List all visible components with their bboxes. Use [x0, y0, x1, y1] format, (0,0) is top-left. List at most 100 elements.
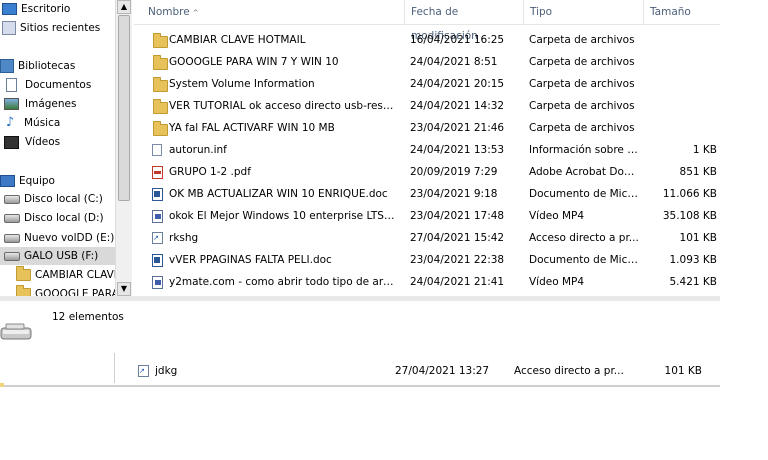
file-size: 101 KB: [679, 232, 717, 244]
nav-item-escritorio[interactable]: Escritorio: [2, 0, 70, 18]
file-row[interactable]: vVER PPAGINAS FALTA PELI.doc 23/04/2021 …: [134, 249, 720, 271]
file-date: 24/04/2021 14:32: [410, 100, 505, 112]
file-name: CAMBIAR CLAVE HOTMAIL: [169, 34, 306, 46]
drive-icon: [4, 213, 20, 223]
secondary-file-list: jdkg 27/04/2021 13:27 Acceso directo a p…: [0, 353, 720, 387]
nav-item-label: Escritorio: [21, 3, 71, 15]
details-pane: 12 elementos: [0, 296, 720, 360]
file-type: Acceso directo a pr...: [529, 232, 639, 244]
scroll-thumb[interactable]: [118, 15, 130, 201]
nav-item-label: Vídeos: [25, 136, 61, 148]
nav-item-label: GOOOGLE PARA: [35, 288, 115, 296]
nav-item-equipo[interactable]: Equipo: [0, 172, 55, 190]
nav-item-label: Imágenes: [25, 98, 77, 110]
libraries-icon: [0, 59, 14, 73]
file-size: 11.066 KB: [662, 188, 717, 200]
nav-item-cambiar-clave[interactable]: CAMBIAR CLAVE: [16, 266, 115, 284]
file-row[interactable]: YA fal FAL ACTIVARF WIN 10 MB 23/04/2021…: [134, 117, 720, 139]
file-date: 20/09/2019 7:29: [410, 166, 498, 178]
nav-item-galo-usb[interactable]: GALO USB (F:): [0, 247, 115, 265]
file-type: Carpeta de archivos: [529, 34, 635, 46]
nav-item-nuevo-vol-e[interactable]: Nuevo volDD (E:): [4, 229, 114, 247]
file-row[interactable]: VER TUTORIAL ok acceso directo usb-resca…: [134, 95, 720, 117]
folder-icon: [153, 99, 168, 114]
file-name: VER TUTORIAL ok acceso directo usb-resca…: [169, 100, 396, 112]
nav-item-documentos[interactable]: Documentos: [6, 76, 91, 94]
file-row[interactable]: GRUPO 1-2 .pdf 20/09/2019 7:29 Adobe Acr…: [134, 161, 720, 183]
inf-file-icon: [152, 144, 162, 156]
file-row[interactable]: System Volume Information 24/04/2021 20:…: [134, 73, 720, 95]
nav-item-sitios-recientes[interactable]: Sitios recientes: [2, 19, 100, 37]
nav-item-label: Sitios recientes: [20, 22, 101, 34]
file-type: Vídeo MP4: [529, 276, 585, 288]
file-name: GOOOGLE PARA WIN 7 Y WIN 10: [169, 56, 339, 68]
scroll-down-button[interactable]: ▼: [117, 282, 131, 296]
file-name: rkshg: [169, 232, 199, 244]
file-type: Información sobre l...: [529, 144, 639, 156]
file-type: Documento de Micr...: [529, 254, 639, 266]
file-type: Vídeo MP4: [529, 210, 585, 222]
nav-item-bibliotecas[interactable]: Bibliotecas: [0, 57, 75, 75]
column-header-date[interactable]: Fecha de modificación: [405, 0, 524, 42]
nav-item-musica[interactable]: ♪ Música: [4, 114, 60, 132]
video-file-icon: [152, 210, 163, 223]
column-header-name[interactable]: Nombre ^: [142, 0, 405, 24]
file-row[interactable]: y2mate.com - como abrir todo tipo de arc…: [134, 271, 720, 293]
folder-icon: [16, 285, 31, 296]
usb-drive-icon: [0, 323, 32, 340]
video-file-icon: [152, 276, 163, 289]
file-row[interactable]: jdkg 27/04/2021 13:27 Acceso directo a p…: [0, 360, 720, 382]
column-header: Nombre ^ Fecha de modificación Tipo Tamañ…: [134, 0, 720, 42]
file-name: YA fal FAL ACTIVARF WIN 10 MB: [169, 122, 335, 134]
column-header-type[interactable]: Tipo: [524, 0, 644, 24]
nav-item-label: Nuevo volDD (E:): [24, 232, 115, 244]
scroll-up-button[interactable]: ▲: [117, 0, 131, 14]
file-type: Carpeta de archivos: [529, 122, 635, 134]
nav-item-videos[interactable]: Vídeos: [4, 133, 60, 151]
file-row[interactable]: CAMBIAR CLAVE HOTMAIL 16/04/2021 16:25 C…: [134, 29, 720, 51]
file-row[interactable]: rkshg 27/04/2021 15:42 Acceso directo a …: [134, 227, 720, 249]
nav-item-disco-d[interactable]: Disco local (D:): [4, 209, 104, 227]
folder-icon: [0, 383, 4, 387]
nav-item-label: Disco local (C:): [24, 193, 103, 205]
nav-item-label: Música: [24, 117, 61, 129]
file-row[interactable]: OK MB ACTUALIZAR WIN 10 ENRIQUE.doc 23/0…: [134, 183, 720, 205]
navigation-pane: Escritorio Sitios recientes Bibliotecas …: [0, 0, 115, 296]
drive-icon: [4, 194, 20, 204]
file-date: 23/04/2021 17:48: [410, 210, 505, 222]
computer-icon: [0, 175, 15, 187]
nav-item-goooogle-para[interactable]: GOOOGLE PARA: [16, 285, 115, 296]
file-size: [647, 51, 717, 73]
file-size: [647, 95, 717, 117]
file-date: 24/04/2021 21:41: [410, 276, 505, 288]
recent-places-icon: [2, 21, 16, 35]
column-label: Tamaño: [650, 6, 691, 18]
file-name: y2mate.com - como abrir todo tipo de arc…: [169, 276, 396, 288]
file-type: Documento de Micr...: [529, 188, 639, 200]
column-label: Tipo: [530, 6, 553, 18]
file-row[interactable]: okok El Mejor Windows 10 enterprise LTSC…: [134, 205, 720, 227]
file-date: 24/04/2021 13:53: [410, 144, 505, 156]
file-list: Nombre ^ Fecha de modificación Tipo Tamañ…: [134, 0, 720, 296]
file-row[interactable]: autorun.inf 24/04/2021 13:53 Información…: [134, 139, 720, 161]
file-size: 1.093 KB: [669, 254, 718, 266]
pdf-file-icon: [152, 166, 163, 179]
usb-drive-icon: [4, 251, 20, 261]
nav-scrollbar[interactable]: ▲ ▼: [115, 0, 132, 296]
file-date: 23/04/2021 9:18: [410, 188, 498, 200]
nav-item-disco-c[interactable]: Disco local (C:): [4, 190, 103, 208]
column-header-size[interactable]: Tamaño: [644, 0, 720, 24]
nav-item-imagenes[interactable]: Imágenes: [4, 95, 76, 113]
word-file-icon: [152, 188, 163, 201]
folder-icon: [153, 77, 168, 92]
file-name: System Volume Information: [169, 78, 315, 90]
file-row[interactable]: GOOOGLE PARA WIN 7 Y WIN 10 24/04/2021 8…: [134, 51, 720, 73]
videos-icon: [4, 135, 19, 149]
file-date: 27/04/2021 13:27: [395, 365, 490, 377]
music-icon: ♪: [5, 115, 15, 130]
folder-icon: [153, 55, 168, 70]
file-type: Carpeta de archivos: [529, 78, 635, 90]
folder-icon: [153, 33, 168, 48]
file-date: 24/04/2021 8:51: [410, 56, 498, 68]
sort-ascending-icon: ^: [192, 9, 199, 17]
